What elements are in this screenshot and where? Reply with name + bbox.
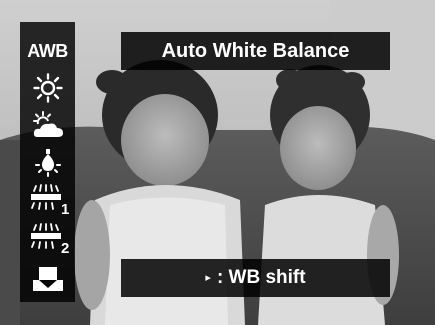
wb-title: Auto White Balance [161,39,350,62]
wb-option-fluorescent-1[interactable]: 1 [20,182,75,216]
fluorescent-2-number: 2 [61,240,69,255]
cloud-sun-icon [32,111,63,137]
wb-option-awb[interactable]: AWB [20,34,75,68]
wb-title-box: Auto White Balance [121,32,390,70]
wb-option-tungsten[interactable] [20,145,75,179]
fluorescent-1-icon: 1 [30,184,69,216]
custom-wb-icon [32,267,63,291]
right-arrow-icon: ▸ [205,271,211,284]
awb-label: AWB [27,40,68,61]
white-balance-menu: AWB 1 2 [20,22,75,302]
wb-option-cloudy[interactable] [20,108,75,142]
camera-screen: AWB 1 2 Auto White Balance ▸: WB shift [0,0,435,325]
wb-shift-hint-text: : WB shift [216,267,306,288]
wb-option-custom[interactable] [20,262,75,296]
sun-icon [32,73,63,103]
wb-option-daylight[interactable] [20,71,75,105]
fluorescent-2-icon: 2 [30,223,69,255]
wb-option-fluorescent-2[interactable]: 2 [20,221,75,255]
fluorescent-1-number: 1 [61,201,69,216]
wb-shift-hint: ▸ : WB shift [121,259,390,297]
bulb-icon [34,149,61,177]
